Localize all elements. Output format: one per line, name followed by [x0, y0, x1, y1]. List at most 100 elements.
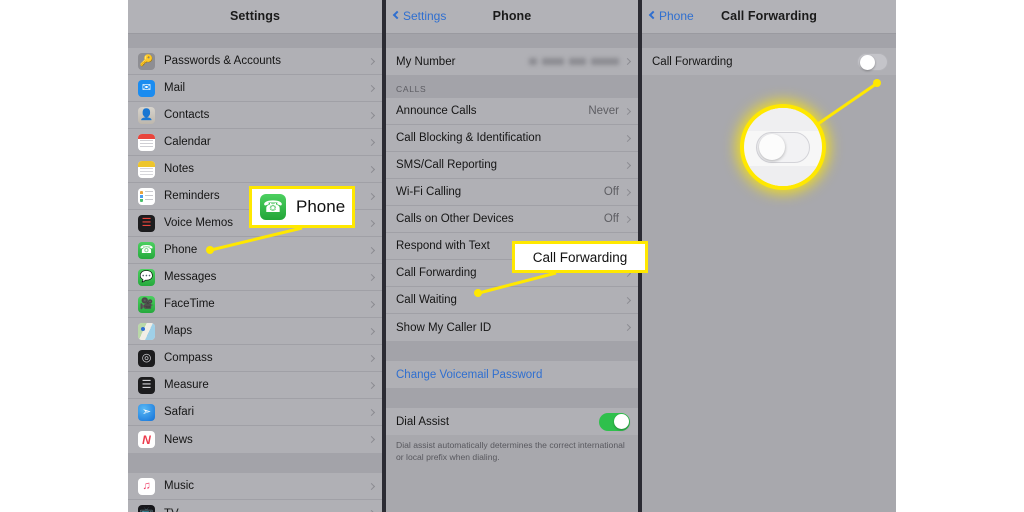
sidebar-item-tv[interactable]: 📺 TV	[128, 500, 382, 512]
chevron-right-icon	[367, 138, 376, 146]
row-label: TV	[164, 508, 369, 512]
row-label: Music	[164, 480, 195, 492]
callout-label: Call Forwarding	[532, 249, 628, 265]
chevron-right-icon	[367, 354, 376, 362]
settings-panel: Settings 🔑 Passwords & Accounts ✉ Mail 👤…	[128, 0, 382, 512]
phone-navbar: Settings Phone	[386, 0, 638, 34]
sidebar-item-messages[interactable]: 💬 Messages	[128, 264, 382, 291]
sidebar-item-notes[interactable]: Notes	[128, 156, 382, 183]
page-title: Settings	[229, 9, 281, 23]
contacts-icon: 👤	[138, 106, 155, 124]
row-label: Compass	[164, 352, 213, 364]
call-forwarding-group: Call Forwarding	[642, 48, 896, 75]
row-value: Off	[603, 213, 619, 225]
row-label: Wi-Fi Calling	[396, 186, 462, 198]
row-label: Phone	[164, 244, 198, 256]
panel-divider	[382, 0, 386, 512]
sidebar-item-measure[interactable]: ☰ Measure	[128, 372, 382, 399]
row-value: Off	[603, 186, 619, 198]
chevron-right-icon	[623, 107, 632, 115]
row-call-waiting[interactable]: Call Waiting	[386, 287, 638, 314]
row-sms-call-reporting[interactable]: SMS/Call Reporting	[386, 152, 638, 179]
list-section-gap	[128, 453, 382, 473]
chevron-right-icon	[367, 408, 376, 416]
my-number-group: My Number	[386, 48, 638, 75]
chevron-right-icon	[367, 192, 376, 200]
redacted-phone-number	[529, 58, 619, 65]
voice-memos-icon: ☰	[138, 214, 155, 232]
sidebar-item-maps[interactable]: Maps	[128, 318, 382, 345]
row-wifi-calling[interactable]: Wi-Fi Calling Off	[386, 179, 638, 206]
chevron-right-icon	[623, 134, 632, 142]
chevron-right-icon	[367, 219, 376, 227]
magnifier-bg-top	[744, 108, 822, 131]
page-title: Phone	[492, 9, 532, 23]
row-label: Passwords & Accounts	[164, 55, 281, 67]
row-label: Maps	[164, 325, 193, 337]
row-dial-assist[interactable]: Dial Assist	[386, 408, 638, 435]
row-my-number[interactable]: My Number	[386, 48, 638, 75]
chevron-right-icon	[367, 381, 376, 389]
chevron-right-icon	[367, 482, 376, 490]
row-label: Messages	[164, 271, 217, 283]
row-label: Measure	[164, 379, 209, 391]
row-label: FaceTime	[164, 298, 215, 310]
list-top-gap	[128, 34, 382, 48]
dial-assist-toggle[interactable]	[599, 412, 630, 431]
row-call-forwarding[interactable]: Call Forwarding	[642, 48, 896, 75]
chevron-right-icon	[367, 300, 376, 308]
chevron-right-icon	[367, 273, 376, 281]
chevron-right-icon	[367, 111, 376, 119]
sidebar-item-calendar[interactable]: Calendar	[128, 129, 382, 156]
phone-icon: ☎	[260, 194, 286, 220]
chevron-right-icon	[367, 57, 376, 65]
callout-call-forwarding: Call Forwarding	[512, 241, 648, 273]
row-call-blocking-identification[interactable]: Call Blocking & Identification	[386, 125, 638, 152]
news-icon: N	[138, 431, 155, 448]
reminders-icon	[138, 187, 155, 205]
row-change-voicemail-password[interactable]: Change Voicemail Password	[386, 361, 638, 388]
call-forwarding-toggle[interactable]	[857, 52, 888, 71]
page-title: Call Forwarding	[721, 9, 817, 23]
chevron-right-icon	[623, 161, 632, 169]
voicemail-group: Change Voicemail Password	[386, 361, 638, 388]
row-announce-calls[interactable]: Announce Calls Never	[386, 98, 638, 125]
settings-group-media: ♫ Music 📺 TV	[128, 473, 382, 512]
row-show-my-caller-id[interactable]: Show My Caller ID	[386, 314, 638, 341]
mail-icon: ✉	[138, 79, 155, 97]
row-label: My Number	[396, 55, 456, 68]
list-section-gap	[386, 341, 638, 361]
row-value: Never	[588, 105, 619, 117]
key-icon: 🔑	[138, 52, 155, 70]
chevron-right-icon	[367, 84, 376, 92]
sidebar-item-mail[interactable]: ✉ Mail	[128, 75, 382, 102]
row-label: Mail	[164, 82, 186, 94]
callout-phone: ☎ Phone	[249, 186, 355, 228]
chevron-right-icon	[367, 327, 376, 335]
row-label: Notes	[164, 163, 195, 175]
row-label: SMS/Call Reporting	[396, 159, 497, 171]
sidebar-item-phone[interactable]: ☎ Phone	[128, 237, 382, 264]
sidebar-item-compass[interactable]: ◎ Compass	[128, 345, 382, 372]
row-label: Call Waiting	[396, 294, 457, 306]
sidebar-item-safari[interactable]: ➣ Safari	[128, 399, 382, 426]
sidebar-item-news[interactable]: N News	[128, 426, 382, 453]
sidebar-item-music[interactable]: ♫ Music	[128, 473, 382, 500]
row-label: Call Forwarding	[652, 55, 733, 68]
row-calls-on-other-devices[interactable]: Calls on Other Devices Off	[386, 206, 638, 233]
maps-icon	[138, 322, 155, 340]
sidebar-item-contacts[interactable]: 👤 Contacts	[128, 102, 382, 129]
notes-icon	[138, 160, 155, 178]
sidebar-item-passwords-accounts[interactable]: 🔑 Passwords & Accounts	[128, 48, 382, 75]
section-header-calls: CALLS	[386, 75, 638, 98]
phone-icon: ☎	[138, 241, 155, 259]
settings-navbar: Settings	[128, 0, 382, 34]
magnified-call-forwarding-toggle	[756, 131, 810, 163]
sidebar-item-facetime[interactable]: 🎥 FaceTime	[128, 291, 382, 318]
toggle-magnifier	[744, 108, 822, 186]
chevron-right-icon	[623, 296, 632, 304]
measure-icon: ☰	[138, 376, 155, 394]
chevron-right-icon	[367, 165, 376, 173]
list-top-gap	[642, 34, 896, 48]
list-top-gap	[386, 34, 638, 48]
